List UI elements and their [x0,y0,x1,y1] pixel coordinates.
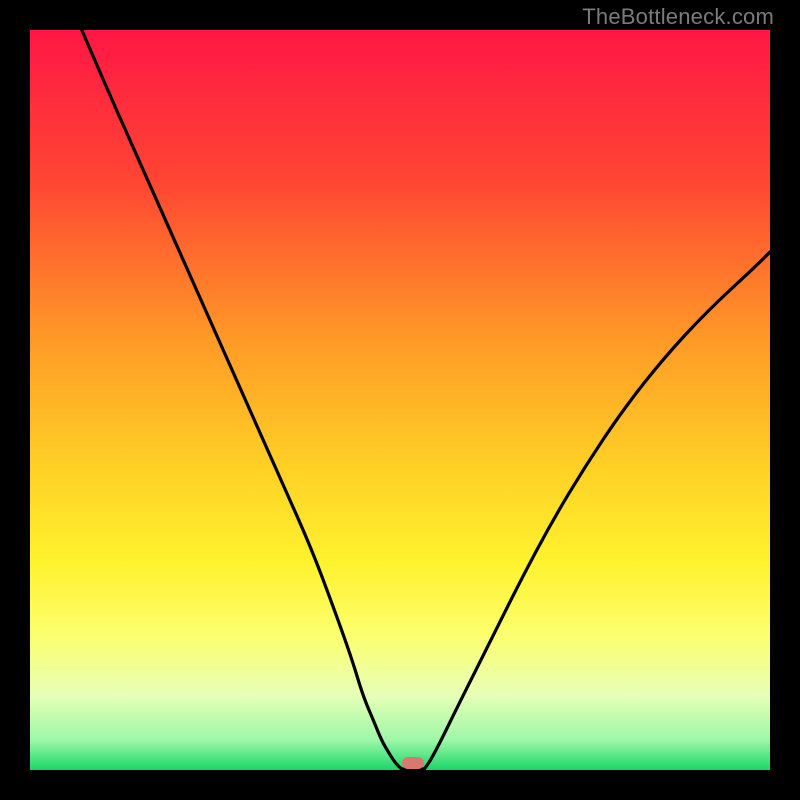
watermark-text: TheBottleneck.com [582,4,774,30]
bottleneck-curve [30,30,770,770]
plot-area [30,30,770,770]
chart-frame: TheBottleneck.com [0,0,800,800]
minimum-marker [402,757,424,769]
